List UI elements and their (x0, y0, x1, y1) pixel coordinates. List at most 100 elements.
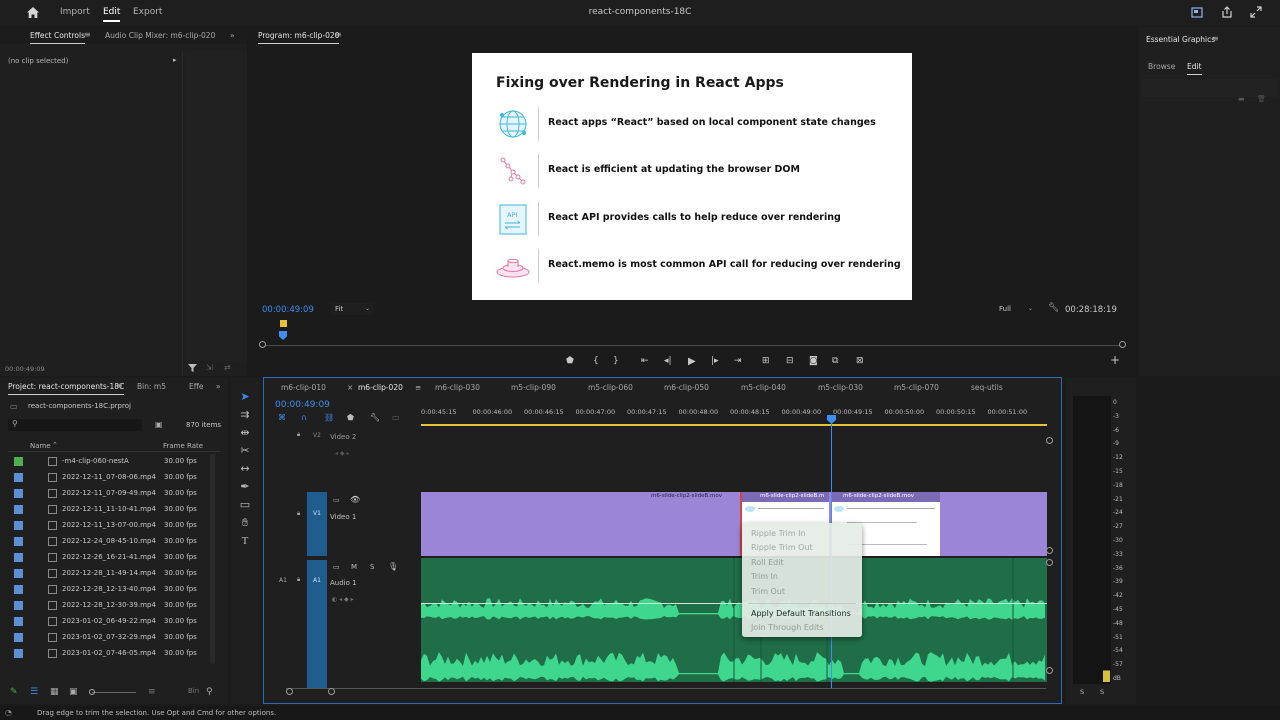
list-view-icon[interactable]: ☰ (30, 687, 38, 697)
menu-item-trim-out[interactable]: Trim Out (751, 587, 785, 596)
project-list-item[interactable]: 2022-12-11_11-10-41.mp4 30.00 fps (8, 501, 218, 517)
label-color-swatch[interactable] (14, 617, 23, 626)
lock-icon[interactable]: 🔒︎ (297, 576, 300, 584)
expand-arrow-icon[interactable]: ▸ (173, 56, 177, 64)
search-icon[interactable]: ⚲ (206, 687, 213, 697)
project-list-item[interactable]: 2023-01-02_07-46-05.mp4 30.00 fps (8, 645, 218, 661)
keyframe-nav-icon[interactable]: ◂ ◆ ▸ (335, 450, 349, 457)
wrench-icon[interactable]: 🔧︎ (370, 413, 380, 422)
menu-item-apply-default-transitions[interactable]: Apply Default Transitions (751, 609, 851, 618)
project-search-input[interactable] (8, 419, 142, 431)
label-color-swatch[interactable] (14, 553, 23, 562)
project-list-item[interactable]: 2022-12-11_07-09-49.mp4 30.00 fps (8, 485, 218, 501)
program-timecode[interactable]: 00:00:49:09 (262, 305, 314, 315)
marker-icon[interactable]: ⬟ (566, 356, 574, 366)
multicam-icon[interactable]: ⊠ (856, 356, 864, 366)
workspace-icon[interactable] (1191, 7, 1203, 18)
overwrite-icon[interactable]: ⊟ (786, 356, 794, 366)
scrubber-start-handle[interactable] (259, 341, 266, 348)
microphone-icon[interactable]: 🎙︎ (388, 562, 398, 571)
label-color-swatch[interactable] (14, 585, 23, 594)
close-tab-icon[interactable]: × (347, 383, 353, 392)
new-bin-icon[interactable]: ▣ (155, 420, 163, 429)
filter-icon[interactable] (188, 363, 197, 372)
go-to-in-icon[interactable]: ⇤ (641, 356, 649, 366)
volume-rubberband[interactable] (421, 603, 1047, 604)
track-select-icon[interactable]: ⇉ (238, 408, 252, 422)
zoom-right-handle[interactable] (328, 688, 335, 695)
in-point-marker[interactable] (280, 320, 287, 327)
column-name-header[interactable]: Name (30, 442, 51, 450)
hand-tool-icon[interactable]: ✋︎ (238, 516, 252, 530)
menu-item-ripple-trim-in[interactable]: Ripple Trim In (751, 529, 806, 538)
toggle-sync-icon[interactable]: ▭ (333, 563, 340, 571)
menu-item-join-through-edits[interactable]: Join Through Edits (751, 623, 823, 632)
delete-layer-icon[interactable]: 🗑︎ (1257, 95, 1266, 103)
sequence-tab[interactable]: m5-clip-090 (511, 383, 556, 392)
share-icon[interactable] (1221, 6, 1233, 18)
loop-icon[interactable]: ⇄ (224, 363, 231, 372)
track-target-v1[interactable] (307, 492, 327, 556)
volume-knob-icon[interactable]: ◐ ◂ ◆ ▸ (332, 596, 354, 603)
label-color-swatch[interactable] (14, 505, 23, 514)
column-frame-rate-header[interactable]: Frame Rate (163, 442, 203, 450)
project-list-item[interactable]: 2022-12-26_16-21-41.mp4 30.00 fps (8, 549, 218, 565)
track-v2-area[interactable] (421, 428, 1047, 490)
track-id-v2[interactable]: V2 (313, 432, 321, 439)
project-list-item[interactable]: -m4-clip-060-nestA 30.00 fps (8, 453, 218, 469)
project-list-item[interactable]: 2022-12-11_07-08-06.mp4 30.00 fps (8, 469, 218, 485)
program-scrubber[interactable] (262, 345, 1124, 346)
go-to-out-icon[interactable]: ⇥ (734, 356, 742, 366)
sequence-tab[interactable]: m6-clip-020 (358, 383, 403, 392)
play-icon[interactable]: ▶ (688, 356, 696, 367)
mark-in-icon[interactable]: { (593, 356, 599, 366)
program-menu-icon[interactable]: ≡ (335, 30, 342, 39)
label-color-swatch[interactable] (14, 633, 23, 642)
label-color-swatch[interactable] (14, 649, 23, 658)
scrubber-end-handle[interactable] (1119, 341, 1126, 348)
tab-browse[interactable]: Browse (1148, 62, 1175, 71)
add-marker-icon[interactable]: ⬟ (347, 413, 354, 422)
tab-effect-controls[interactable]: Effect Controls (30, 31, 85, 44)
tab-project[interactable]: Project: react-components-18C (8, 382, 125, 395)
project-list-item[interactable]: 2022-12-28_11-49-14.mp4 30.00 fps (8, 565, 218, 581)
sequence-tab[interactable]: m6-clip-010 (281, 383, 326, 392)
more-panels-icon[interactable]: » (230, 31, 235, 40)
new-layer-icon[interactable]: ▬ (1238, 95, 1245, 103)
lock-icon[interactable]: 🔒︎ (297, 510, 300, 518)
bin-label-icon[interactable]: Bin (188, 687, 199, 695)
effect-controls-menu-icon[interactable]: ≡ (84, 30, 91, 39)
source-patch-label[interactable]: A1 (279, 577, 287, 584)
project-list-item[interactable]: 2022-12-24_08-45-10.mp4 30.00 fps (8, 533, 218, 549)
mark-out-icon[interactable]: } (613, 356, 619, 366)
menu-item-ripple-trim-out[interactable]: Ripple Trim Out (751, 543, 813, 552)
selection-tool-icon[interactable]: ➤ (238, 390, 252, 404)
insert-icon[interactable]: ⊞ (762, 356, 770, 366)
sequence-menu-icon[interactable]: ≡ (415, 383, 421, 392)
sequence-tab[interactable]: m6-clip-050 (664, 383, 709, 392)
sequence-tab[interactable]: m5-clip-070 (894, 383, 939, 392)
freeform-view-icon[interactable]: ▣ (69, 687, 78, 697)
type-tool-icon[interactable]: T (238, 534, 252, 548)
scroll-handle[interactable] (1046, 559, 1053, 566)
sequence-tab[interactable]: m5-clip-060 (588, 383, 633, 392)
pencil-icon[interactable]: ✎ (10, 687, 18, 697)
label-color-swatch[interactable] (14, 457, 23, 466)
razor-tool-icon[interactable]: ✂︎ (238, 444, 252, 458)
sequence-tab[interactable]: m5-clip-030 (818, 383, 863, 392)
zoom-slider[interactable] (92, 692, 136, 693)
tab-program[interactable]: Program: m6-clip-020 (258, 31, 340, 44)
eye-icon[interactable]: 👁︎ (350, 495, 360, 504)
add-button-icon[interactable]: + (1110, 353, 1120, 367)
sequence-tab[interactable]: seq-utils (971, 383, 1003, 392)
zoom-left-handle[interactable] (286, 688, 293, 695)
tab-bin[interactable]: Bin: m5 (137, 382, 166, 391)
lock-icon[interactable]: 🔒︎ (297, 431, 300, 439)
captions-icon[interactable]: ▭ (392, 413, 400, 422)
zoom-slider-handle[interactable] (89, 689, 95, 695)
project-list-item[interactable]: 2022-12-11_13-07-00.mp4 30.00 fps (8, 517, 218, 533)
tab-effects[interactable]: Effe (189, 382, 204, 391)
pen-tool-icon[interactable]: ✒︎ (238, 480, 252, 494)
sequence-tab[interactable]: m6-clip-030 (435, 383, 480, 392)
work-area-bar[interactable] (421, 424, 1047, 426)
